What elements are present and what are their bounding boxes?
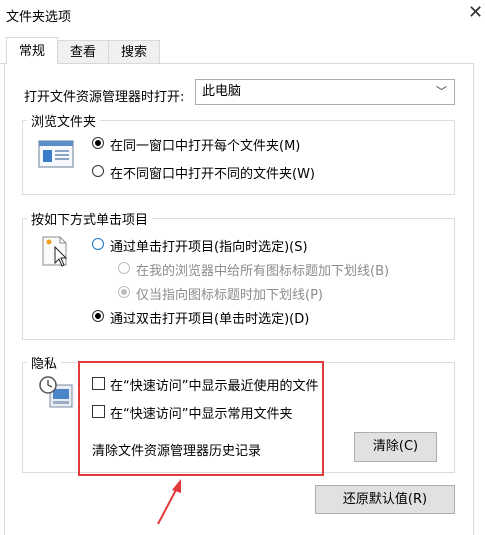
privacy-title: 隐私 xyxy=(27,353,62,372)
annotation-arrow-icon xyxy=(157,479,181,525)
recent-history-icon xyxy=(39,376,73,408)
radio-new-window-label[interactable]: 在不同窗口中打开不同的文件夹(W) xyxy=(110,163,315,182)
browse-folders-title: 浏览文件夹 xyxy=(27,111,101,130)
radio-same-window-label[interactable]: 在同一窗口中打开每个文件夹(M) xyxy=(110,135,300,154)
window-title: 文件夹选项 xyxy=(6,10,72,25)
radio-underline-always-label[interactable]: 在我的浏览器中给所有图标标题加下划线(B) xyxy=(136,260,389,279)
clear-button[interactable]: 清除(C) xyxy=(354,432,437,462)
browse-folders-group xyxy=(22,120,455,195)
tab-view[interactable]: 查看 xyxy=(57,40,109,63)
click-items-title: 按如下方式单击项目 xyxy=(27,209,153,228)
open-explorer-dropdown[interactable]: 此电脑 ﹀ xyxy=(195,79,455,105)
radio-underline-hover-label[interactable]: 仅当指向图标标题时加下划线(P) xyxy=(136,284,323,303)
radio-new-window[interactable] xyxy=(92,165,104,177)
tab-general[interactable]: 常规 xyxy=(6,37,58,64)
close-icon[interactable]: ✕ xyxy=(468,3,483,23)
radio-single-click[interactable] xyxy=(92,238,104,250)
tab-search[interactable]: 搜索 xyxy=(108,40,160,63)
highlight-box xyxy=(78,361,324,476)
chevron-down-icon: ﹀ xyxy=(436,85,447,98)
open-explorer-label: 打开文件资源管理器时打开: xyxy=(24,90,185,105)
radio-double-click-label[interactable]: 通过双击打开项目(单击时选定)(D) xyxy=(110,308,309,327)
radio-same-window[interactable] xyxy=(92,137,104,149)
radio-single-click-label[interactable]: 通过单击打开项目(指向时选定)(S) xyxy=(110,236,308,255)
radio-double-click[interactable] xyxy=(92,310,104,322)
open-explorer-value: 此电脑 xyxy=(202,84,242,99)
click-pointer-icon xyxy=(42,236,68,267)
radio-underline-always[interactable] xyxy=(118,262,130,274)
radio-underline-hover[interactable] xyxy=(118,286,130,298)
restore-defaults-button[interactable]: 还原默认值(R) xyxy=(315,485,455,514)
folder-window-icon xyxy=(38,140,74,168)
